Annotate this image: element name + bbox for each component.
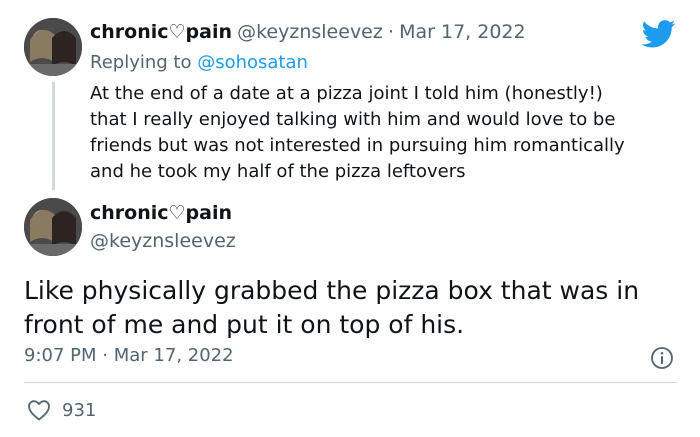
separator: · <box>102 345 108 366</box>
main-tweet-line: front of me and put it on top of his. <box>24 310 465 339</box>
tweet-date: Mar 17, 2022 <box>113 345 234 366</box>
info-icon[interactable] <box>650 346 674 370</box>
main-tweet-text: Like physically grabbed the pizza box th… <box>24 274 684 342</box>
user-handle[interactable]: @keyznsleevez <box>237 21 383 43</box>
tweet-time: 9:07 PM <box>24 345 97 366</box>
reply-tweet-line: At the end of a date at a pizza joint I … <box>90 83 603 104</box>
reply-tweet-line: and he took my half of the pizza leftove… <box>90 161 466 182</box>
avatar[interactable] <box>24 198 82 256</box>
avatar-photo <box>24 198 82 256</box>
separator: · <box>387 21 394 43</box>
avatar-photo <box>24 18 82 76</box>
reply-tweet-line: that I really enjoyed talking with him a… <box>90 109 616 130</box>
replying-to: Replying to @sohosatan <box>90 52 308 73</box>
thread-line <box>52 82 55 190</box>
replying-to-handle-link[interactable]: @sohosatan <box>197 52 308 73</box>
tweet-timestamp[interactable]: 9:07 PM · Mar 17, 2022 <box>24 345 234 366</box>
like-count: 931 <box>62 399 97 421</box>
reply-tweet-text: At the end of a date at a pizza joint I … <box>90 81 680 185</box>
reply-tweet-header: chronic♡pain @keyznsleevez · Mar 17, 202… <box>90 21 526 43</box>
main-tweet-line: Like physically grabbed the pizza box th… <box>24 276 640 305</box>
like-action[interactable]: 931 <box>27 399 96 421</box>
display-name[interactable]: chronic♡pain <box>90 202 232 224</box>
tweet-date[interactable]: Mar 17, 2022 <box>399 21 526 43</box>
divider <box>24 382 677 383</box>
twitter-bird-icon[interactable] <box>642 20 676 48</box>
user-handle[interactable]: @keyznsleevez <box>90 230 236 252</box>
avatar[interactable] <box>24 18 82 76</box>
replying-prefix: Replying to <box>90 52 198 73</box>
reply-tweet-line: friends but was not interested in pursui… <box>90 135 625 156</box>
heart-icon[interactable] <box>27 399 51 421</box>
display-name[interactable]: chronic♡pain <box>90 21 232 43</box>
